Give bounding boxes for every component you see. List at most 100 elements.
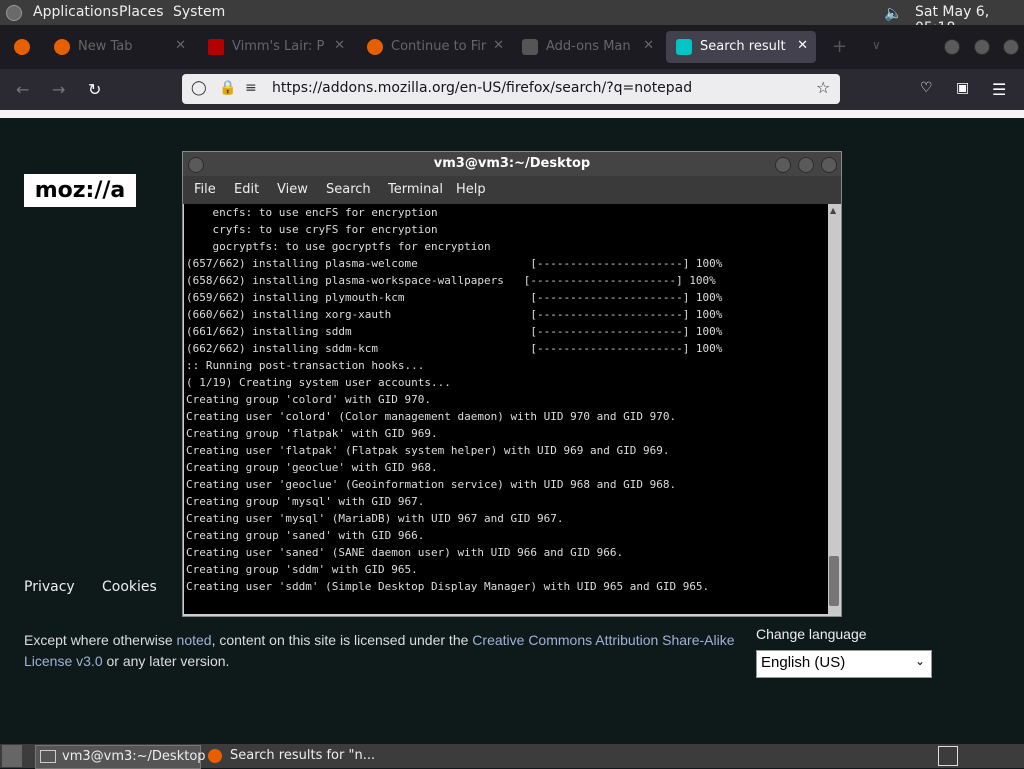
terminal-line: Creating user 'saned' (SANE daemon user)… — [186, 546, 624, 559]
taskbar-item-terminal[interactable]: vm3@vm3:~/Desktop — [35, 745, 206, 769]
terminal-line: Creating user 'sddm' (Simple Desktop Dis… — [186, 580, 710, 593]
lock-icon[interactable]: 🔒 — [219, 80, 236, 96]
firefox-icon — [208, 748, 222, 763]
terminal-scrollbar[interactable]: ▲ — [828, 204, 840, 614]
terminal-line: (661/662) installing sddm [-------------… — [186, 325, 723, 338]
language-select-value: English (US) — [761, 654, 846, 671]
taskbar-item-firefox[interactable]: Search results for "n... — [206, 745, 378, 767]
terminal-title: vm3@vm3:~/Desktop — [433, 156, 591, 171]
tab-new-tab[interactable]: New Tab ✕ — [44, 31, 194, 63]
license-text: Except where otherwise noted, content on… — [24, 630, 744, 672]
terminal-line: (657/662) installing plasma-welcome [---… — [186, 257, 723, 270]
terminal-titlebar[interactable]: vm3@vm3:~/Desktop — [183, 152, 841, 176]
top-panel: Applications Places System 🔈 Sat May 6, … — [0, 0, 1024, 36]
pocket-icon[interactable]: ♡ — [920, 80, 933, 96]
close-icon[interactable]: ✕ — [493, 38, 504, 53]
terminal-line: Creating group 'sddm' with GID 965. — [186, 563, 418, 576]
maximize-icon[interactable] — [974, 39, 990, 55]
terminal-line: Creating user 'mysql' (MariaDB) with UID… — [186, 512, 564, 525]
url-bar[interactable]: ◯ 🔒 ≡ https://addons.mozilla.org/en-US/f… — [182, 74, 840, 104]
taskbar-label: Search results for "n... — [230, 748, 376, 763]
minimize-icon[interactable] — [944, 39, 960, 55]
edit-menu[interactable]: Edit — [234, 182, 259, 197]
maximize-icon[interactable] — [798, 157, 814, 173]
menu-icon[interactable]: ☰ — [992, 80, 1006, 99]
terminal-menu[interactable]: Terminal — [388, 182, 443, 197]
window-menu-icon[interactable] — [188, 157, 204, 173]
terminal-line: Creating user 'colord' (Color management… — [186, 410, 677, 423]
tab-continue-to-firefox[interactable]: Continue to Fir ✕ — [357, 31, 512, 63]
show-desktop-icon[interactable] — [2, 745, 22, 767]
terminal-line: (662/662) installing sddm-kcm [---------… — [186, 342, 723, 355]
tab-label: Add-ons Man — [546, 39, 631, 54]
shield-icon[interactable]: ◯ — [191, 80, 207, 96]
search-menu[interactable]: Search — [326, 182, 371, 197]
cookies-link[interactable]: Cookies — [102, 579, 157, 595]
extensions-icon[interactable]: ▣ — [956, 80, 969, 96]
puzzle-icon — [522, 39, 538, 55]
terminal-window[interactable]: vm3@vm3:~/Desktop File Edit View Search … — [182, 151, 842, 617]
tab-label: New Tab — [78, 39, 133, 54]
terminal-line: :: Running post-transaction hooks... — [186, 359, 425, 372]
reload-icon[interactable]: ↻ — [88, 80, 101, 99]
firefox-icon — [14, 39, 30, 55]
view-menu[interactable]: View — [277, 182, 308, 197]
tab-vimms-lair[interactable]: Vimm's Lair: P ✕ — [198, 31, 353, 63]
close-window-icon[interactable] — [1003, 39, 1019, 55]
terminal-line: Creating user 'flatpak' (Flatpak system … — [186, 444, 670, 457]
taskbar-label: vm3@vm3:~/Desktop — [62, 749, 206, 764]
close-icon[interactable]: ✕ — [334, 38, 345, 53]
list-tabs-icon[interactable]: ∨ — [872, 38, 881, 52]
firefox-icon — [54, 39, 70, 55]
tab-label: Search results f — [700, 39, 786, 54]
close-icon[interactable]: ✕ — [797, 38, 808, 53]
tab-pinned[interactable] — [4, 31, 44, 63]
new-tab-icon[interactable]: + — [832, 36, 847, 57]
scroll-up-icon[interactable]: ▲ — [830, 206, 836, 215]
system-menu[interactable]: System — [173, 4, 225, 20]
places-menu[interactable]: Places — [119, 4, 164, 20]
bookmark-star-icon[interactable]: ☆ — [816, 78, 830, 97]
close-icon[interactable]: ✕ — [643, 38, 654, 53]
terminal-line: gocryptfs: to use gocryptfs for encrypti… — [186, 240, 491, 253]
page-header-strip — [0, 110, 1024, 118]
minimize-icon[interactable] — [775, 157, 791, 173]
tab-addons-manager[interactable]: Add-ons Man ✕ — [512, 31, 662, 63]
terminal-line: (660/662) installing xorg-xauth [-------… — [186, 308, 723, 321]
vimm-icon — [208, 39, 224, 55]
forward-icon[interactable]: → — [52, 80, 65, 99]
tab-label: Vimm's Lair: P — [232, 39, 325, 54]
terminal-line: Creating group 'geoclue' with GID 968. — [186, 461, 438, 474]
tab-search-results[interactable]: Search results f ✕ — [666, 31, 816, 63]
license-middle: , content on this site is licensed under… — [211, 632, 473, 648]
terminal-icon — [40, 750, 56, 763]
addons-icon — [676, 39, 692, 55]
privacy-link[interactable]: Privacy — [24, 579, 75, 595]
scrollbar-thumb[interactable] — [829, 556, 839, 606]
nav-bar: ← → ↻ ◯ 🔒 ≡ https://addons.mozilla.org/e… — [0, 69, 1024, 110]
terminal-line: (658/662) installing plasma-workspace-wa… — [186, 274, 716, 287]
terminal-menubar: File Edit View Search Terminal Help — [183, 176, 841, 204]
license-suffix: or any later version. — [102, 653, 230, 669]
language-select[interactable]: English (US) ⌄ — [756, 650, 932, 678]
tab-bar: New Tab ✕ Vimm's Lair: P ✕ Continue to F… — [0, 25, 1024, 69]
terminal-output[interactable]: encfs: to use encFS for encryption cryfs… — [184, 204, 829, 614]
workspace-switcher[interactable] — [938, 746, 958, 766]
help-menu[interactable]: Help — [456, 182, 486, 197]
distro-logo-icon[interactable] — [6, 5, 22, 21]
url-text[interactable]: https://addons.mozilla.org/en-US/firefox… — [272, 80, 692, 96]
volume-icon[interactable]: 🔈 — [884, 4, 903, 22]
applications-menu[interactable]: Applications — [33, 4, 119, 20]
terminal-line: ( 1/19) Creating system user accounts... — [186, 376, 451, 389]
mozilla-logo[interactable]: moz://a — [24, 174, 136, 207]
terminal-line: (659/662) installing plymouth-kcm [-----… — [186, 291, 723, 304]
firefox-icon — [367, 39, 383, 55]
back-icon[interactable]: ← — [16, 80, 29, 99]
noted-link[interactable]: noted — [177, 632, 212, 648]
permissions-icon[interactable]: ≡ — [245, 80, 257, 96]
close-icon[interactable] — [821, 157, 837, 173]
license-prefix: Except where otherwise — [24, 632, 177, 648]
terminal-line: encfs: to use encFS for encryption — [186, 206, 438, 219]
file-menu[interactable]: File — [194, 182, 216, 197]
close-icon[interactable]: ✕ — [175, 38, 186, 53]
